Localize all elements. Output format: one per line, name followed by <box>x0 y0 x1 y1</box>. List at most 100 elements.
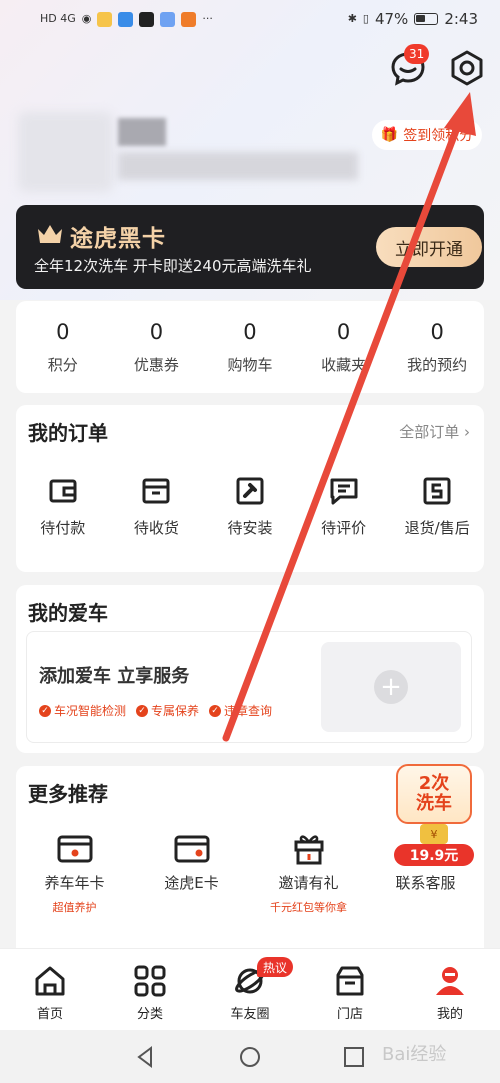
ecard-icon <box>174 835 209 863</box>
tab-store[interactable]: 门店 <box>300 949 400 1030</box>
user-icon <box>436 967 464 995</box>
hot-badge: 热议 <box>257 957 294 977</box>
stat-value: 0 <box>149 319 164 344</box>
order-label: 待付款 <box>40 519 86 537</box>
stat-appointments[interactable]: 0 我的预约 <box>390 301 484 393</box>
promo-line2: 洗车 <box>416 793 452 814</box>
app-notif-icon <box>97 11 113 27</box>
home-nav-icon[interactable] <box>238 1045 262 1069</box>
stat-coupons[interactable]: 0 优惠券 <box>110 301 204 393</box>
stat-label: 收藏夹 <box>321 355 367 374</box>
bottom-tabbar: 首页 分类 热议 车友圈 门店 我的 <box>0 948 500 1030</box>
stat-favorites[interactable]: 0 收藏夹 <box>297 301 391 393</box>
stat-value: 0 <box>56 319 70 344</box>
gift-icon <box>294 835 323 865</box>
recents-icon[interactable] <box>342 1045 366 1069</box>
user-info-blurred <box>118 152 358 180</box>
add-car-title: 添加爱车 立享服务 <box>39 666 190 687</box>
more-label: 邀请有礼 <box>278 874 339 892</box>
my-car-card: 我的爱车 添加爱车 立享服务 ✓ 车况智能检测 ✓ 专属保养 ✓ 违章查询 + <box>16 585 484 753</box>
signal-tags: HD 4G <box>40 12 76 25</box>
plus-icon: + <box>374 670 408 704</box>
tab-category[interactable]: 分类 <box>100 949 200 1030</box>
tab-label: 我的 <box>436 1007 463 1022</box>
stat-label: 购物车 <box>227 355 273 374</box>
invite-item[interactable]: 邀请有礼 千元红包等你拿 <box>250 832 367 914</box>
car-tag: ✓ 专属保养 <box>136 702 199 719</box>
store-icon <box>336 966 364 996</box>
stat-label: 积分 <box>47 355 78 374</box>
bluetooth-icon: ✱ <box>347 12 357 25</box>
add-car-button[interactable]: + <box>321 642 461 732</box>
more-label: 联系客服 <box>395 874 456 892</box>
status-bar: HD 4G ◉ ··· ✱ ▯ 47% 2:43 <box>0 0 500 38</box>
stats-card: 0 积分 0 优惠券 0 购物车 0 收藏夹 0 我的预约 <box>16 301 484 393</box>
service-icon-placeholder <box>407 832 445 866</box>
stat-value: 0 <box>243 319 257 344</box>
black-card-title: 途虎黑卡 <box>70 226 166 252</box>
tab-label: 分类 <box>136 1007 163 1022</box>
tab-label: 车友圈 <box>230 1007 270 1022</box>
clock: 2:43 <box>444 10 478 28</box>
vibrate-icon: ▯ <box>362 12 369 25</box>
tab-community[interactable]: 热议 车友圈 <box>200 949 300 1030</box>
checkin-label: 签到领积分 <box>403 128 474 144</box>
add-car-panel[interactable]: 添加爱车 立享服务 ✓ 车况智能检测 ✓ 专属保养 ✓ 违章查询 + <box>26 631 472 743</box>
order-pending-install[interactable]: 待安装 <box>203 475 297 538</box>
my-car-title: 我的爱车 <box>28 601 108 625</box>
comment-icon <box>330 478 358 505</box>
tab-home[interactable]: 首页 <box>0 949 100 1030</box>
open-black-card-button[interactable]: 立即开通 <box>376 227 482 267</box>
promo-line1: 2次 <box>418 773 450 794</box>
black-card-banner[interactable]: 途虎黑卡 全年12次洗车 开卡即送240元高端洗车礼 立即开通 <box>16 205 484 289</box>
tab-mine[interactable]: 我的 <box>400 949 500 1030</box>
avatar[interactable] <box>18 112 113 192</box>
check-icon: ✓ <box>136 704 149 717</box>
more-title: 更多推荐 <box>28 782 108 806</box>
order-label: 退货/售后 <box>404 519 470 537</box>
watermark: Bai经验 <box>382 1044 447 1065</box>
wallet-icon <box>49 479 77 503</box>
battery-icon <box>414 13 439 25</box>
stat-label: 我的预约 <box>407 355 468 374</box>
return-icon <box>423 477 451 505</box>
car-tag: ✓ 违章查询 <box>209 702 272 719</box>
order-pending-receipt[interactable]: 待收货 <box>110 475 204 538</box>
home-icon <box>35 966 65 996</box>
username-blurred[interactable] <box>118 118 166 146</box>
battery-percent: 47% <box>374 10 409 28</box>
customer-service-item[interactable]: 联系客服 <box>367 832 484 913</box>
order-pending-payment[interactable]: 待付款 <box>16 475 110 538</box>
app-notif-icon <box>160 11 176 27</box>
settings-icon[interactable] <box>447 48 487 88</box>
order-label: 待安装 <box>227 519 273 537</box>
stat-value: 0 <box>430 319 444 344</box>
grid-icon <box>134 965 166 997</box>
gift-icon: 🎁 <box>380 127 399 143</box>
app-notif-icon <box>118 11 134 27</box>
stat-cart[interactable]: 0 购物车 <box>203 301 297 393</box>
stat-points[interactable]: 0 积分 <box>16 301 110 393</box>
orders-card: 我的订单 全部订单 › 待付款 待收货 待安装 待评价 退货/售后 <box>16 405 484 572</box>
orders-title: 我的订单 <box>28 421 108 445</box>
app-notif-icon <box>181 11 197 27</box>
check-icon: ✓ <box>39 704 51 717</box>
box-icon <box>142 478 170 504</box>
more-label: 途虎E卡 <box>164 874 219 892</box>
annual-card-item[interactable]: 养车年卡 超值养护 <box>16 832 133 914</box>
stat-value: 0 <box>336 319 351 344</box>
ecard-item[interactable]: 途虎E卡 <box>133 832 250 913</box>
check-icon: ✓ <box>209 704 222 717</box>
order-after-sales[interactable]: 退货/售后 <box>390 475 484 538</box>
car-tag: ✓ 车况智能检测 <box>39 702 126 719</box>
order-pending-review[interactable]: 待评价 <box>297 475 391 538</box>
stat-label: 优惠券 <box>133 355 179 374</box>
crown-icon <box>38 225 62 243</box>
more-label: 养车年卡 <box>44 874 105 892</box>
more-notif-icon: ··· <box>202 12 213 25</box>
black-card-subtitle: 全年12次洗车 开卡即送240元高端洗车礼 <box>34 257 312 275</box>
all-orders-link[interactable]: 全部订单 › <box>399 421 470 442</box>
back-icon[interactable] <box>134 1045 158 1069</box>
checkin-button[interactable]: 🎁 签到领积分 <box>372 120 482 150</box>
tab-label: 门店 <box>336 1007 363 1022</box>
